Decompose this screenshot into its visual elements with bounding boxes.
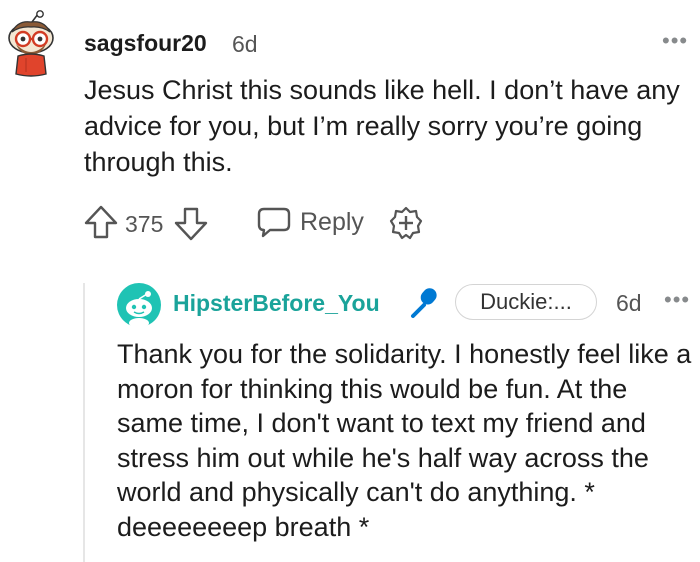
- give-award-button[interactable]: [388, 205, 424, 241]
- speech-bubble-icon: [257, 207, 291, 238]
- reply-button[interactable]: Reply: [256, 204, 364, 240]
- comment-timestamp[interactable]: 6d: [232, 31, 258, 58]
- microphone-icon: [405, 284, 443, 322]
- reply-label: Reply: [300, 207, 364, 236]
- thread-line[interactable]: [83, 283, 85, 562]
- snoo-avatar-icon: [117, 283, 161, 328]
- user-flair[interactable]: Duckie:...: [455, 284, 597, 320]
- more-options-icon[interactable]: •••: [664, 287, 690, 313]
- comment-body: Jesus Christ this sounds like hell. I do…: [84, 75, 680, 177]
- reply-user-avatar[interactable]: [117, 283, 161, 328]
- more-options-icon[interactable]: •••: [662, 28, 688, 54]
- downvote-arrow-icon: [174, 207, 208, 241]
- downvote-button[interactable]: [172, 205, 210, 243]
- reply-body: Thank you for the solidarity. I honestly…: [117, 339, 692, 542]
- add-award-icon: [389, 206, 423, 240]
- reply-timestamp[interactable]: 6d: [616, 290, 642, 317]
- vote-score: 375: [125, 211, 164, 237]
- snoo-avatar-icon: [8, 10, 54, 77]
- upvote-arrow-icon: [84, 205, 118, 239]
- reply-username[interactable]: HipsterBefore_You: [173, 290, 380, 317]
- comment-username[interactable]: sagsfour20: [84, 30, 207, 57]
- user-avatar[interactable]: [4, 10, 58, 78]
- upvote-button[interactable]: [82, 203, 120, 241]
